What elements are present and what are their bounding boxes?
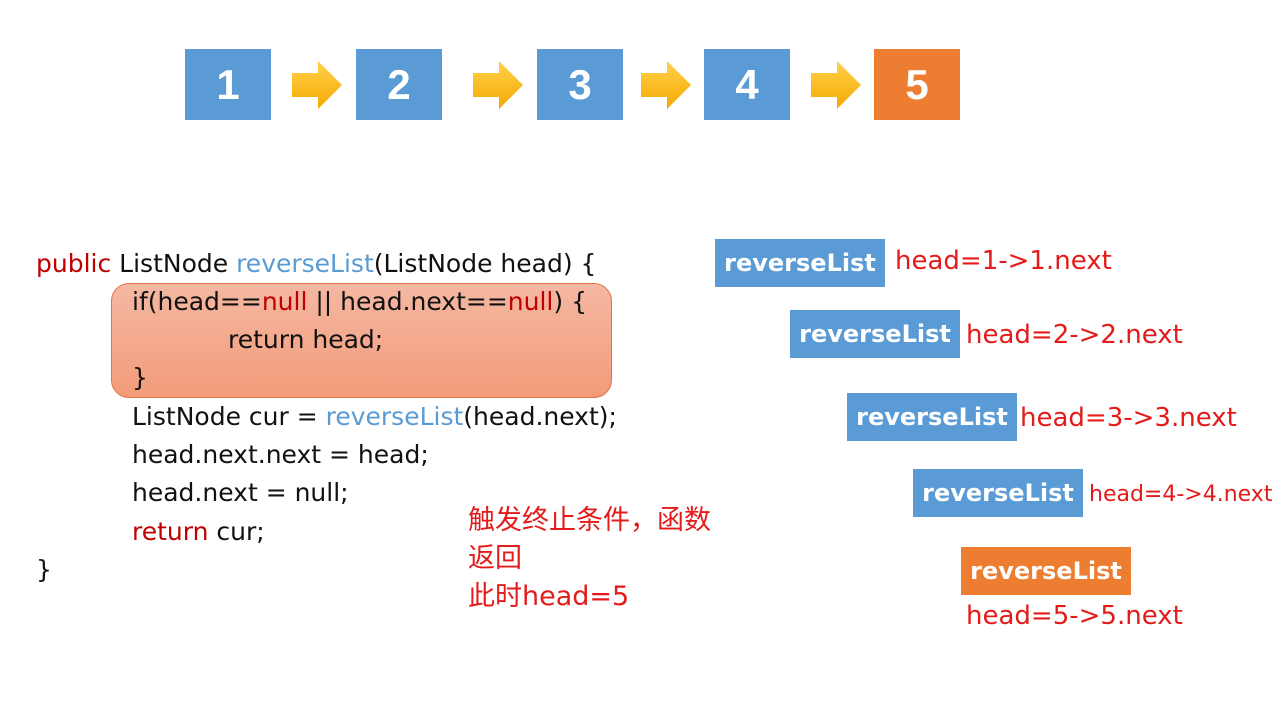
list-node-5: 5 <box>874 49 960 120</box>
function-name: reverseList <box>325 402 464 431</box>
list-node-1: 1 <box>185 49 271 120</box>
code-text: if(head== <box>132 287 262 316</box>
code-line-5: ListNode cur = reverseList(head.next); <box>132 402 617 432</box>
annotation-line-1: 触发终止条件，函数 <box>468 505 711 536</box>
code-line-6: head.next.next = head; <box>132 440 429 469</box>
call-frame-4: reverseList <box>913 469 1083 517</box>
call-frame-1: reverseList <box>715 239 885 287</box>
function-name: reverseList <box>236 249 374 278</box>
right-arrow-icon <box>641 61 691 109</box>
code-text: ListNode cur = <box>132 402 326 431</box>
list-node-2: 2 <box>356 49 442 120</box>
code-line-1: public ListNode reverseList(ListNode hea… <box>36 249 596 279</box>
call-frame-3-detail: head=3->3.next <box>1020 403 1237 433</box>
code-text: ) { <box>553 287 587 316</box>
right-arrow-icon <box>473 61 523 109</box>
annotation-line-3: 此时head=5 <box>468 581 630 612</box>
list-node-4: 4 <box>704 49 790 120</box>
code-text: (head.next); <box>463 402 617 431</box>
code-line-3: return head; <box>228 325 384 354</box>
keyword: return <box>132 517 209 546</box>
code-text: cur; <box>208 517 265 546</box>
list-node-3: 3 <box>537 49 623 120</box>
keyword: public <box>36 249 112 278</box>
code-line-9: } <box>36 555 52 584</box>
code-line-8: return cur; <box>132 517 265 547</box>
termination-annotation: 触发终止条件，函数 返回 此时head=5 <box>468 502 768 616</box>
call-frame-5: reverseList <box>961 547 1131 595</box>
code-line-7: head.next = null; <box>132 478 349 507</box>
right-arrow-icon <box>292 61 342 109</box>
call-frame-2: reverseList <box>790 310 960 358</box>
call-frame-4-detail: head=4->4.next <box>1089 482 1273 507</box>
keyword: null <box>507 287 554 316</box>
code-text: (ListNode head) { <box>373 249 597 278</box>
call-frame-5-detail: head=5->5.next <box>966 601 1183 631</box>
right-arrow-icon <box>811 61 861 109</box>
code-text: ListNode <box>111 249 237 278</box>
code-line-4: } <box>132 363 148 392</box>
keyword: null <box>261 287 308 316</box>
code-line-2: if(head==null || head.next==null) { <box>132 287 587 317</box>
call-frame-1-detail: head=1->1.next <box>895 246 1112 276</box>
call-frame-3: reverseList <box>847 393 1017 441</box>
call-frame-2-detail: head=2->2.next <box>966 320 1183 350</box>
annotation-line-2: 返回 <box>468 543 522 574</box>
code-text: || head.next== <box>307 287 508 316</box>
